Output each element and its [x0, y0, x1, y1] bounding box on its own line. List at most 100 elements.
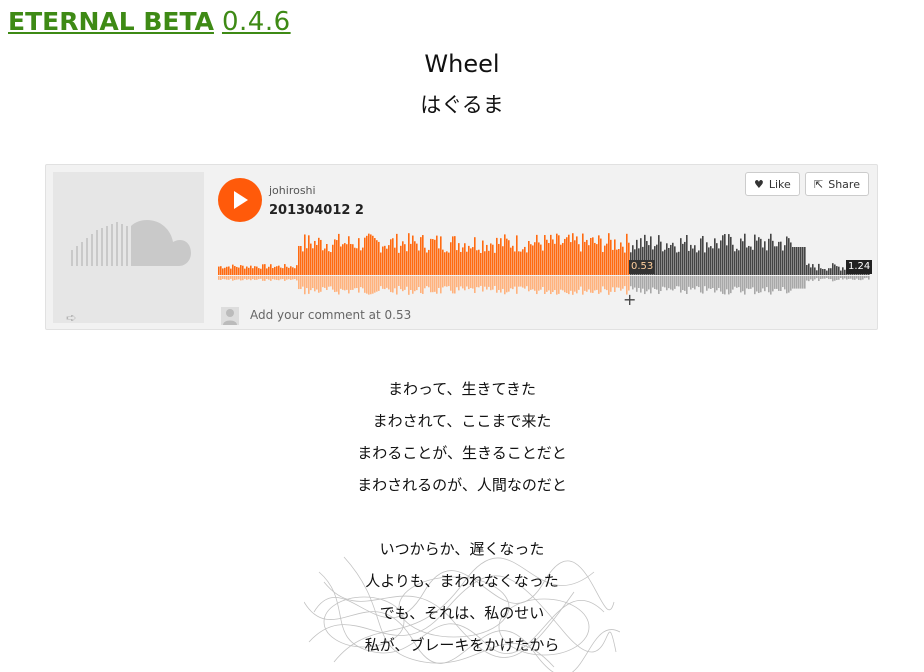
waveform-reflection-bar	[262, 276, 264, 281]
waveform-bar	[676, 252, 678, 275]
play-button[interactable]	[218, 178, 262, 222]
track-name-link[interactable]: 201304012 2	[269, 203, 364, 218]
waveform-bar	[772, 240, 774, 275]
waveform-bar	[596, 244, 598, 275]
waveform-bar	[836, 266, 838, 275]
waveform-reflection-bar	[334, 276, 336, 293]
waveform-bar	[238, 267, 240, 275]
total-time-badge: 1.24	[846, 260, 873, 274]
waveform-reflection-bar	[230, 276, 232, 279]
waveform-bar	[390, 239, 392, 275]
lyric-line: まわされるのが、人間なのだと	[357, 476, 567, 494]
waveform-bar	[230, 268, 232, 275]
waveform-reflection-bar	[430, 276, 432, 293]
waveform-bar	[346, 244, 348, 275]
waveform-bar	[538, 242, 540, 275]
waveform-reflection-bar	[218, 276, 220, 280]
site-title-link[interactable]: ETERNAL BETA 0.4.6	[8, 4, 291, 40]
waveform-reflection-bar	[668, 276, 670, 289]
waveform-bar	[688, 250, 690, 275]
waveform-bar	[670, 244, 672, 275]
waveform-bar	[436, 235, 438, 275]
waveform-reflection-bar	[346, 276, 348, 290]
waveform-reflection-bar	[510, 276, 512, 289]
waveform-bar	[722, 235, 724, 275]
share-button[interactable]: ⇱ Share	[805, 172, 869, 196]
waveform-bar	[708, 247, 710, 275]
waveform-bar	[682, 243, 684, 275]
waveform-bar	[420, 237, 422, 275]
waveform-reflection-bar	[822, 276, 824, 279]
waveform-reflection-bar	[862, 276, 864, 280]
waveform-bar	[314, 240, 316, 275]
waveform-reflection-bar	[288, 276, 290, 280]
waveform-reflection-bar	[338, 276, 340, 295]
waveform-bar	[804, 247, 806, 275]
waveform-reflection-bar	[838, 276, 840, 280]
waveform-reflection-bar	[426, 276, 428, 287]
track-artwork[interactable]: ➪	[53, 172, 204, 326]
waveform-bar	[386, 248, 388, 275]
current-time-badge: 0.53	[629, 260, 656, 274]
waveform-bar	[280, 267, 282, 275]
waveform-bar	[258, 268, 260, 275]
waveform-reflection-bar	[624, 276, 626, 287]
waveform-reflection-bar	[726, 276, 728, 290]
waveform-reflection-bar	[700, 276, 702, 293]
like-button[interactable]: ♥ Like	[745, 172, 800, 196]
waveform-reflection-bar	[392, 276, 394, 293]
waveform-reflection-bar	[458, 276, 460, 291]
waveform-reflection-bar	[344, 276, 346, 291]
waveform-bar	[540, 244, 542, 275]
waveform-reflection-bar	[464, 276, 466, 291]
waveform-bar	[610, 239, 612, 275]
waveform-bar	[434, 239, 436, 275]
waveform-reflection-bar	[442, 276, 444, 288]
waveform-bar	[542, 250, 544, 275]
uploader-name-link[interactable]: johiroshi	[269, 184, 316, 197]
waveform-reflection-bar	[774, 276, 776, 289]
waveform-bar	[498, 243, 500, 275]
waveform-reflection-bar	[688, 276, 690, 287]
waveform-bar	[602, 251, 604, 275]
waveform-bar	[716, 243, 718, 275]
waveform-reflection-bar	[634, 276, 636, 288]
waveform-bar	[622, 246, 624, 275]
waveform-bar	[612, 249, 614, 275]
waveform-reflection-bar	[578, 276, 580, 290]
waveform-reflection-bar	[816, 276, 818, 279]
waveform-bar	[660, 241, 662, 275]
waveform-bar	[246, 266, 248, 275]
waveform-reflection-bar	[784, 276, 786, 290]
waveform-reflection-bar	[762, 276, 764, 289]
waveform-reflection-bar	[516, 276, 518, 294]
waveform-seekbar[interactable]	[218, 229, 870, 301]
waveform-bar	[706, 242, 708, 275]
waveform-bar	[464, 243, 466, 275]
waveform-reflection-bar	[402, 276, 404, 292]
waveform-bar	[252, 268, 254, 275]
waveform-bar	[308, 235, 310, 275]
waveform-reflection-bar	[854, 276, 856, 280]
waveform-bar	[482, 240, 484, 275]
waveform-bar	[586, 239, 588, 275]
waveform-reflection-bar	[752, 276, 754, 288]
waveform-bar	[232, 264, 234, 275]
waveform-reflection-bar	[742, 276, 744, 292]
waveform-bar	[304, 234, 306, 275]
waveform-reflection-bar	[522, 276, 524, 288]
waveform-bar	[334, 239, 336, 275]
waveform-bar	[520, 251, 522, 275]
comment-input[interactable]: Add your comment at 0.53	[250, 308, 411, 322]
share-arrow-icon[interactable]: ➪	[66, 311, 77, 326]
waveform-bar	[702, 235, 704, 275]
waveform-bar	[778, 241, 780, 275]
waveform-reflection-bar	[266, 276, 268, 279]
waveform-bar	[548, 243, 550, 275]
waveform-reflection-bar	[576, 276, 578, 294]
waveform-reflection-bar	[798, 276, 800, 289]
waveform-reflection-bar	[374, 276, 376, 293]
waveform-reflection-bar	[520, 276, 522, 287]
waveform-bar	[294, 268, 296, 275]
waveform-reflection-bar	[574, 276, 576, 292]
